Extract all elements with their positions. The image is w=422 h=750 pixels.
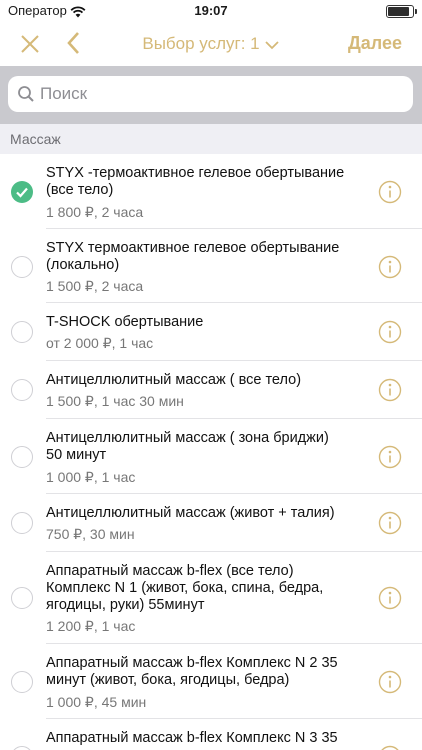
list-item[interactable]: T-SHOCK обертывание от 2 000 ₽, 1 час	[0, 303, 422, 361]
page-title: Выбор услуг: 1	[142, 34, 260, 53]
section-header: Массаж	[0, 124, 422, 154]
service-name: Антицеллюлитный массаж (живот + талия)	[46, 505, 335, 521]
search-placeholder: Поиск	[40, 84, 88, 103]
service-name: Аппаратный массаж b-flex Комплекс N 3 35	[46, 730, 338, 746]
unchecked-icon[interactable]	[11, 587, 33, 609]
service-name: T-SHOCK обертывание	[46, 314, 204, 330]
battery-icon	[386, 5, 417, 18]
navigation-bar: Выбор услуг: 1 Далее	[0, 22, 422, 66]
list-item[interactable]: Аппаратный массаж b-flex Комплекс N 2 35…	[0, 644, 422, 719]
unchecked-icon[interactable]	[11, 512, 33, 534]
list-item[interactable]: STYX -термоактивное гелевое обертывание …	[0, 154, 422, 229]
next-button[interactable]: Далее	[348, 33, 402, 54]
checked-icon[interactable]	[11, 181, 33, 203]
service-price: 1 200 ₽, 1 час	[46, 618, 136, 634]
service-price: 1 800 ₽, 2 часа	[46, 204, 144, 220]
info-icon[interactable]	[378, 255, 402, 279]
unchecked-icon[interactable]	[11, 256, 33, 278]
service-price: от 2 000 ₽, 1 час	[46, 335, 154, 351]
list-item[interactable]: Антицеллюлитный массаж ( все тело) 1 500…	[0, 361, 422, 419]
service-price: 1 500 ₽, 1 час 30 мин	[46, 393, 184, 409]
info-icon[interactable]	[378, 180, 402, 204]
info-icon[interactable]	[378, 445, 402, 469]
clock: 19:07	[194, 3, 228, 18]
service-name: STYX термоактивное гелевое обертывание (…	[46, 240, 340, 273]
service-price: 750 ₽, 30 мин	[46, 526, 135, 542]
service-name: Антицеллюлитный массаж ( зона бриджи) 50…	[46, 430, 329, 463]
status-bar: Оператор 19:07	[0, 0, 422, 22]
chevron-down-icon	[264, 35, 280, 55]
unchecked-icon[interactable]	[11, 671, 33, 693]
search-input[interactable]: Поиск	[8, 76, 413, 112]
list-item[interactable]: Аппаратный массаж b-flex (все тело) Комп…	[0, 552, 422, 644]
unchecked-icon[interactable]	[11, 746, 33, 750]
unchecked-icon[interactable]	[11, 446, 33, 468]
search-icon	[17, 85, 35, 108]
info-icon[interactable]	[378, 320, 402, 344]
list-item[interactable]: Антицеллюлитный массаж (живот + талия) 7…	[0, 494, 422, 552]
service-price: 1 000 ₽, 45 мин	[46, 694, 147, 710]
service-name: Аппаратный массаж b-flex Комплекс N 2 35…	[46, 655, 338, 688]
info-icon[interactable]	[378, 378, 402, 402]
service-price: 1 500 ₽, 2 часа	[46, 278, 144, 294]
info-icon[interactable]	[378, 586, 402, 610]
unchecked-icon[interactable]	[11, 321, 33, 343]
service-name: Антицеллюлитный массаж ( все тело)	[46, 372, 302, 388]
info-icon[interactable]	[378, 745, 402, 750]
service-price: 1 000 ₽, 1 час	[46, 469, 136, 485]
list-item[interactable]: STYX термоактивное гелевое обертывание (…	[0, 229, 422, 303]
search-bar: Поиск	[0, 66, 422, 124]
unchecked-icon[interactable]	[11, 379, 33, 401]
service-name: STYX -термоактивное гелевое обертывание …	[46, 165, 345, 198]
info-icon[interactable]	[378, 670, 402, 694]
section-title: Массаж	[10, 131, 61, 147]
info-icon[interactable]	[378, 511, 402, 535]
list-item[interactable]: Антицеллюлитный массаж ( зона бриджи) 50…	[0, 419, 422, 494]
list-item[interactable]: Аппаратный массаж b-flex Комплекс N 3 35	[0, 719, 422, 750]
service-name: Аппаратный массаж b-flex (все тело) Комп…	[46, 563, 324, 613]
